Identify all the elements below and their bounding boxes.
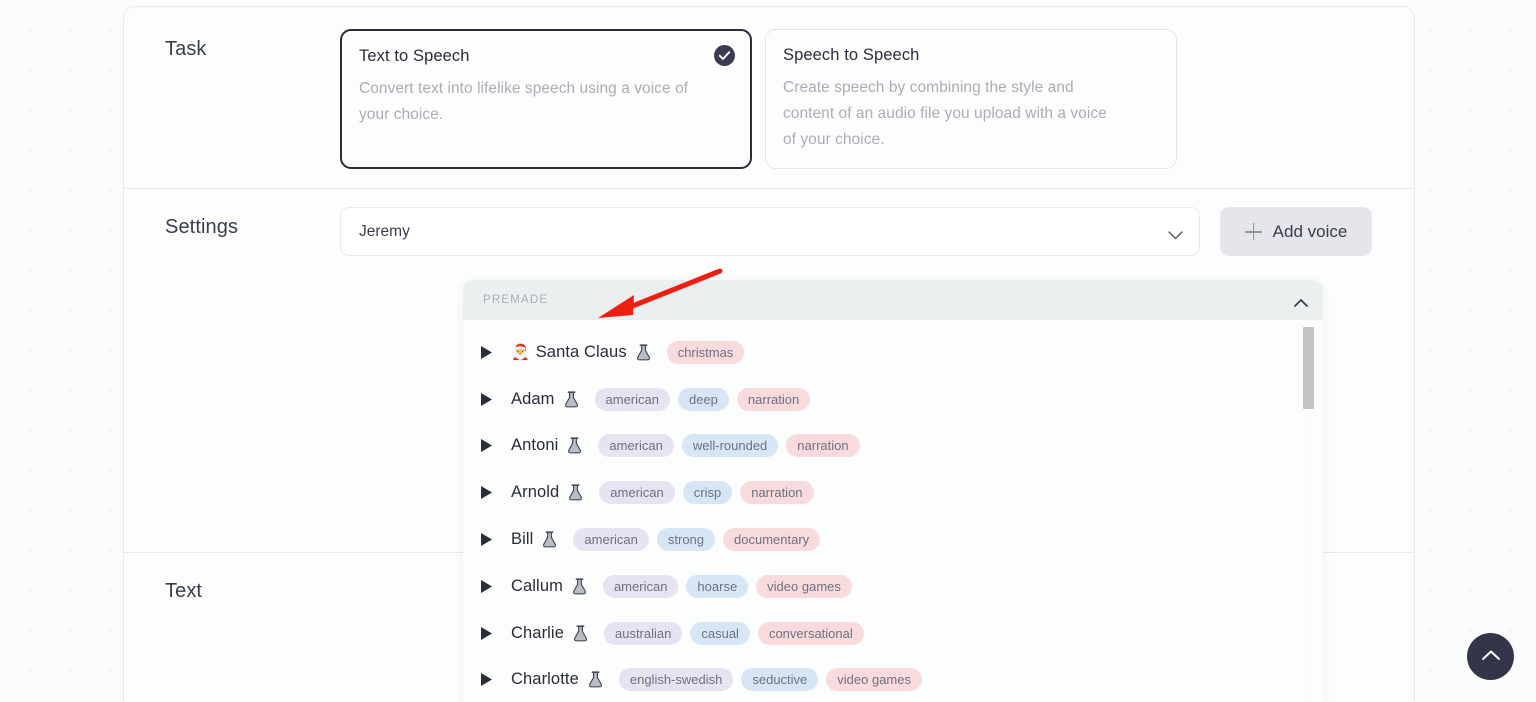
voice-list-item[interactable]: Antoni american well-rounded narration	[463, 423, 1323, 470]
chevron-up-icon	[1481, 649, 1501, 664]
task-card[interactable]: Text to Speech Convert text into lifelike…	[340, 29, 752, 169]
chevron-down-icon	[1168, 227, 1183, 236]
dropdown-scrollbar-thumb[interactable]	[1303, 327, 1314, 409]
play-icon[interactable]	[480, 438, 493, 453]
task-card-group: Text to Speech Convert text into lifelike…	[340, 29, 1177, 169]
voice-tag: hoarse	[686, 575, 748, 598]
voice-list-item[interactable]: Arnold american crisp narration	[463, 469, 1323, 516]
play-icon[interactable]	[480, 626, 493, 641]
voice-list-item[interactable]: 🎅 Santa Claus christmas	[463, 329, 1323, 376]
task-card-description: Convert text into lifelike speech using …	[359, 76, 689, 128]
voice-tag-list: australian casual conversational	[604, 622, 864, 645]
voice-name: Adam	[511, 390, 555, 409]
flask-icon	[564, 391, 579, 408]
voice-tag: australian	[604, 622, 682, 645]
voice-tag: well-rounded	[682, 434, 778, 457]
voice-name: Santa Claus	[536, 343, 627, 362]
add-voice-label: Add voice	[1273, 222, 1348, 242]
play-icon[interactable]	[480, 579, 493, 594]
voice-tag: crisp	[683, 481, 732, 504]
voice-tag: english-swedish	[619, 668, 734, 691]
voice-tag: american	[573, 528, 648, 551]
voice-list-item[interactable]: Bill american strong documentary	[463, 516, 1323, 563]
voice-dropdown-panel: PREMADE 🎅 Santa Claus christmas Adam america…	[463, 280, 1323, 702]
voice-avatar-emoji: 🎅	[511, 345, 530, 360]
voice-tag-list: american hoarse video games	[603, 575, 852, 598]
voice-tag: narration	[737, 388, 810, 411]
main-panel: Task Text to Speech Convert text into lif…	[123, 6, 1415, 702]
voice-tag: american	[599, 481, 674, 504]
voice-tag-list: american strong documentary	[573, 528, 820, 551]
voice-select-value: Jeremy	[359, 223, 1168, 241]
voice-list-item[interactable]: Adam american deep narration	[463, 376, 1323, 423]
dropdown-group-header: PREMADE	[463, 280, 1323, 320]
voice-name: Antoni	[511, 436, 558, 455]
dropdown-group-label: PREMADE	[483, 294, 1293, 306]
plus-icon	[1245, 223, 1262, 240]
voice-name: Charlie	[511, 624, 564, 643]
task-section: Task Text to Speech Convert text into lif…	[124, 7, 1414, 189]
voice-tag: deep	[678, 388, 729, 411]
scroll-to-top-button[interactable]	[1467, 633, 1514, 680]
voice-list: 🎅Santa ClauschristmasAdamamericandeepnar…	[463, 320, 1323, 702]
voice-tag: american	[603, 575, 678, 598]
flask-icon	[572, 578, 587, 595]
play-icon[interactable]	[480, 532, 493, 547]
play-icon[interactable]	[480, 485, 493, 500]
voice-tag: american	[595, 388, 670, 411]
voice-tag-list: christmas	[667, 341, 745, 364]
voice-list-item[interactable]: Charlotte english-swedish seductive video g…	[463, 657, 1323, 702]
flask-icon	[588, 671, 603, 688]
task-section-label: Task	[124, 29, 340, 61]
check-circle-icon	[714, 45, 735, 66]
voice-tag: casual	[690, 622, 750, 645]
voice-select[interactable]: Jeremy	[340, 207, 1200, 256]
voice-tag: christmas	[667, 341, 745, 364]
voice-tag: narration	[786, 434, 859, 457]
flask-icon	[636, 344, 651, 361]
settings-body: Jeremy Add voice	[340, 207, 1372, 256]
voice-list-item[interactable]: Callum american hoarse video games	[463, 563, 1323, 610]
voice-name: Callum	[511, 577, 563, 596]
voice-tag: american	[598, 434, 673, 457]
voice-tag-list: american well-rounded narration	[598, 434, 859, 457]
text-section-label: Text	[124, 571, 340, 603]
task-card[interactable]: Speech to Speech Create speech by combini…	[765, 29, 1177, 169]
voice-tag-list: english-swedish seductive video games	[619, 668, 922, 691]
voice-tag-list: american deep narration	[595, 388, 811, 411]
voice-tag-list: american crisp narration	[599, 481, 813, 504]
voice-name: Charlotte	[511, 670, 579, 689]
chevron-up-icon[interactable]	[1293, 295, 1309, 305]
flask-icon	[573, 625, 588, 642]
voice-list-item[interactable]: Charlie australian casual conversational	[463, 610, 1323, 657]
play-icon[interactable]	[480, 672, 493, 687]
add-voice-button[interactable]: Add voice	[1220, 207, 1372, 256]
flask-icon	[542, 531, 557, 548]
voice-tag: video games	[756, 575, 852, 598]
play-icon[interactable]	[480, 392, 493, 407]
task-card-title: Text to Speech	[359, 47, 730, 66]
voice-tag: video games	[826, 668, 922, 691]
voice-tag: strong	[657, 528, 715, 551]
play-icon[interactable]	[480, 345, 493, 360]
settings-section-label: Settings	[124, 207, 340, 239]
task-card-description: Create speech by combining the style and…	[783, 75, 1113, 153]
voice-tag: conversational	[758, 622, 864, 645]
dropdown-scrollbar[interactable]	[1303, 327, 1314, 702]
voice-tag: narration	[740, 481, 813, 504]
flask-icon	[567, 437, 582, 454]
voice-tag: seductive	[741, 668, 818, 691]
task-card-title: Speech to Speech	[783, 46, 1156, 65]
voice-tag: documentary	[723, 528, 820, 551]
flask-icon	[568, 484, 583, 501]
voice-name: Bill	[511, 530, 533, 549]
voice-name: Arnold	[511, 483, 559, 502]
